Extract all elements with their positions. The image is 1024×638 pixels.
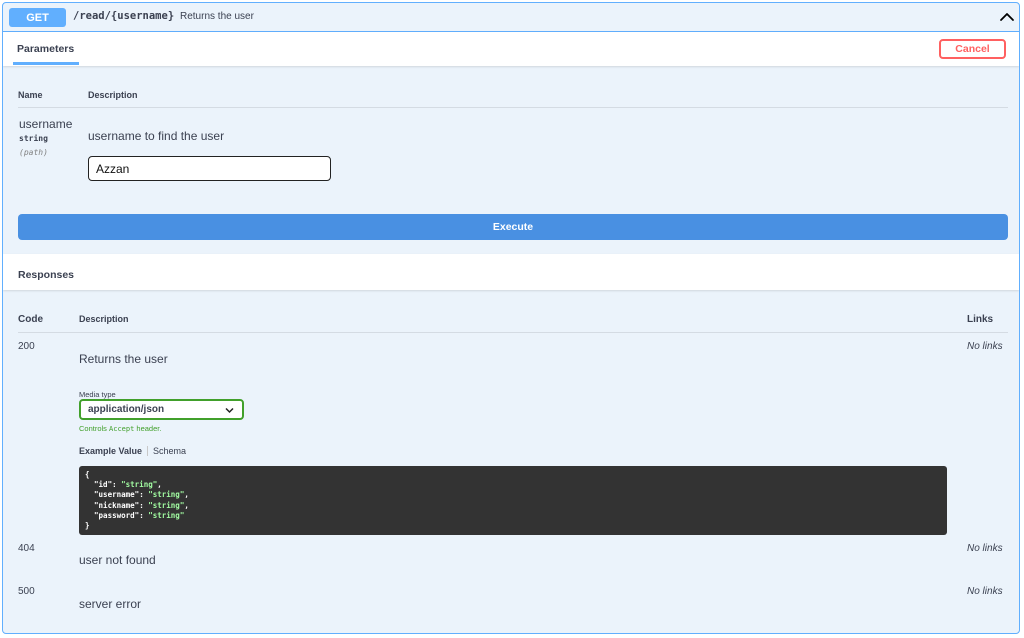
operation-path: /read/{username} xyxy=(73,10,175,22)
response-code-200: 200 xyxy=(18,341,35,352)
param-type: string xyxy=(19,134,48,143)
media-type-label: Media type xyxy=(79,390,116,399)
chevron-down-icon xyxy=(225,406,234,417)
execute-button[interactable]: Execute xyxy=(18,214,1008,240)
responses-header: Responses xyxy=(3,254,1019,290)
response-description-500: server error xyxy=(79,597,142,611)
param-col-description: Description xyxy=(88,90,138,100)
response-code-500: 500 xyxy=(18,586,35,597)
tab-separator xyxy=(147,446,149,456)
resp-col-description: Description xyxy=(79,314,129,324)
param-location: (path) xyxy=(19,148,48,157)
username-input[interactable] xyxy=(88,156,331,181)
param-col-name: Name xyxy=(18,90,43,100)
response-description-200: Returns the user xyxy=(79,352,168,366)
tab-active-indicator xyxy=(13,62,79,65)
chevron-up-icon[interactable] xyxy=(997,7,1017,27)
response-links-500: No links xyxy=(967,586,1003,597)
controls-accept-note: Controls Accept header. xyxy=(79,424,162,433)
media-type-value: application/json xyxy=(88,404,165,415)
responses-title: Responses xyxy=(18,269,75,281)
tab-example-value[interactable]: Example Value xyxy=(79,446,142,456)
operation-block: GET /read/{username} Returns the user Pa… xyxy=(2,2,1020,634)
media-type-select[interactable]: application/json xyxy=(79,399,244,420)
parameters-header: Parameters Cancel xyxy=(3,32,1019,66)
http-method-badge: GET xyxy=(9,8,66,27)
param-header-divider xyxy=(18,107,1008,108)
response-links-200: No links xyxy=(967,341,1003,352)
operation-summary-description: Returns the user xyxy=(180,11,254,22)
response-description-404: user not found xyxy=(79,553,156,567)
resp-col-links: Links xyxy=(967,314,994,325)
tab-schema[interactable]: Schema xyxy=(153,446,186,456)
response-links-404: No links xyxy=(967,543,1003,554)
param-description: username to find the user xyxy=(88,129,225,143)
tab-parameters[interactable]: Parameters xyxy=(17,43,74,55)
example-tabs: Example Value Schema xyxy=(79,446,186,456)
resp-header-divider xyxy=(18,332,1008,333)
resp-col-code: Code xyxy=(18,314,43,325)
operation-summary[interactable]: GET /read/{username} Returns the user xyxy=(3,3,1019,32)
example-code-block: { "id": "string", "username": "string", … xyxy=(79,466,947,535)
param-name: username xyxy=(19,117,73,131)
response-code-404: 404 xyxy=(18,543,35,554)
cancel-button[interactable]: Cancel xyxy=(939,39,1006,59)
